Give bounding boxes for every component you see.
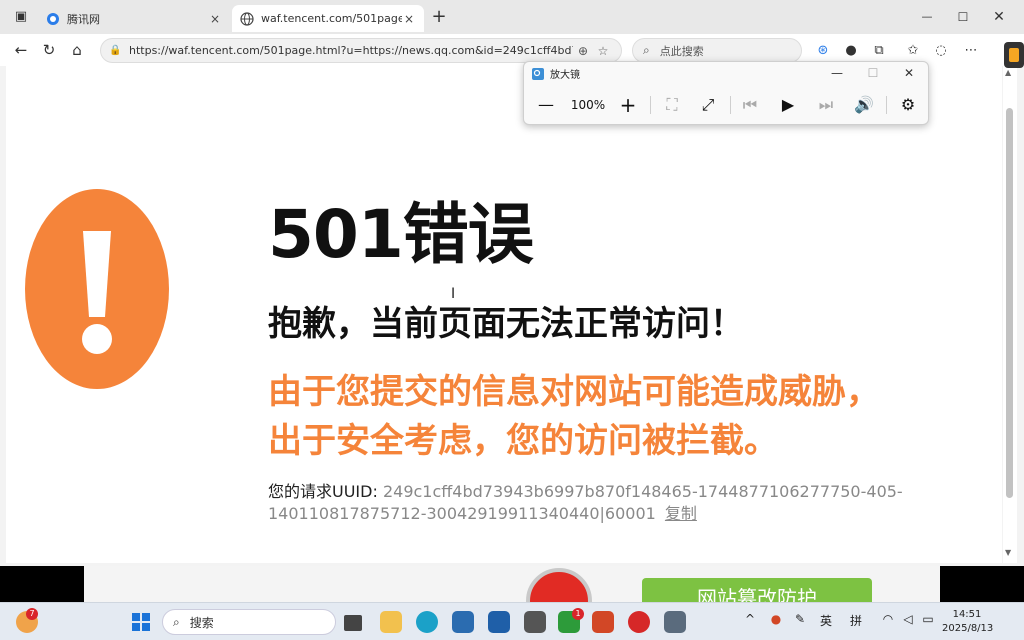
xbox-badge: 1 bbox=[572, 608, 584, 620]
address-bar[interactable]: 🔒 https://waf.tencent.com/501page.html?u… bbox=[100, 38, 622, 63]
volume-muted-icon[interactable]: ◁ bbox=[898, 612, 918, 626]
tab-tencent[interactable]: 腾讯网 × bbox=[38, 5, 230, 32]
exclamation-icon bbox=[25, 189, 169, 389]
tab-bar: ▣ 腾讯网 × waf.tencent.com/501page.html?u ×… bbox=[0, 0, 1024, 34]
error-page: 501错误 抱歉，当前页面无法正常访问！ 由于您提交的信息对网站可能造成威胁， … bbox=[6, 66, 1002, 563]
ime-mode[interactable]: 拼 bbox=[846, 612, 866, 629]
more-menu-icon[interactable]: ⋯ bbox=[960, 40, 982, 62]
powerpoint-icon[interactable] bbox=[592, 611, 614, 633]
file-explorer-icon[interactable] bbox=[380, 611, 402, 633]
extensions-icon[interactable]: ⧉ bbox=[868, 40, 890, 62]
weather-badge: 7 bbox=[26, 608, 38, 620]
next-icon: ⏭ bbox=[818, 95, 834, 114]
record-app-icon[interactable] bbox=[628, 611, 650, 633]
error-title: 501错误 bbox=[268, 196, 534, 273]
store-icon[interactable] bbox=[452, 611, 474, 633]
tencent-favicon-icon bbox=[47, 12, 59, 25]
refresh-icon[interactable]: ↻ bbox=[38, 39, 60, 61]
close-window-button[interactable]: ✕ bbox=[984, 6, 1014, 28]
favorite-star-icon[interactable]: ☆ bbox=[593, 44, 613, 58]
taskbar-search-placeholder: 搜索 bbox=[189, 615, 214, 630]
search-placeholder: 点此搜索 bbox=[659, 44, 704, 58]
zoom-in-button[interactable]: + bbox=[614, 92, 642, 118]
side-app-icon[interactable] bbox=[1004, 42, 1024, 68]
home-icon[interactable]: ⌂ bbox=[66, 39, 88, 61]
new-tab-button[interactable]: + bbox=[424, 6, 454, 28]
search-box[interactable]: ⌕ 点此搜索 bbox=[632, 38, 802, 63]
task-view-icon[interactable] bbox=[344, 615, 362, 631]
toolbar-separator bbox=[730, 96, 731, 114]
magnifier-close-button[interactable]: ✕ bbox=[892, 64, 926, 82]
reason-line: 由于您提交的信息对网站可能造成威胁， bbox=[268, 372, 880, 412]
tab-title: 腾讯网 bbox=[67, 12, 100, 26]
background-page-peek: 网站篡改防护 bbox=[84, 566, 940, 606]
edge-browser-icon[interactable] bbox=[416, 611, 438, 633]
close-tab-icon[interactable]: × bbox=[402, 12, 416, 26]
taskbar: 7 ⌕ 搜索 1 ^ ● ✎ 英 拼 ◠ ◁ ▭ 14:51 2025/8/13 bbox=[0, 602, 1024, 640]
share-icon[interactable]: ⊛ bbox=[812, 40, 834, 62]
favorites-icon[interactable]: ✩ bbox=[902, 40, 924, 62]
play-icon[interactable]: ▶ bbox=[774, 92, 802, 118]
zoom-out-button[interactable]: — bbox=[532, 92, 560, 118]
lock-icon: 🔒 bbox=[109, 45, 122, 56]
clock-time: 14:51 bbox=[952, 609, 982, 620]
fullscreen-view-icon: ⛶ bbox=[666, 95, 678, 114]
zoom-icon[interactable]: ⊕ bbox=[573, 44, 593, 58]
zoom-level: 100% bbox=[570, 98, 606, 112]
error-message: 抱歉，当前页面无法正常访问！ bbox=[268, 304, 744, 344]
magnifier-titlebar: 放大镜 bbox=[532, 66, 580, 81]
uuid-label: 您的请求UUID: bbox=[268, 482, 378, 501]
magnifier-app-icon bbox=[532, 67, 544, 80]
reason-line: 出于安全考虑，您的访问被拦截。 bbox=[268, 421, 778, 461]
magnifier-title: 放大镜 bbox=[550, 70, 580, 81]
search-icon: ⌕ bbox=[643, 43, 650, 57]
minimize-button[interactable]: — bbox=[912, 6, 942, 28]
profile-avatar[interactable]: ◌ bbox=[930, 40, 952, 62]
magnifier-minimize-button[interactable]: — bbox=[820, 64, 854, 82]
scroll-up-icon[interactable]: ▲ bbox=[1005, 68, 1011, 77]
toolbar-separator bbox=[650, 96, 651, 114]
clock-date: 2025/8/13 bbox=[942, 623, 994, 634]
pen-icon[interactable]: ✎ bbox=[790, 612, 810, 626]
error-reason: 由于您提交的信息对网站可能造成威胁， 出于安全考虑，您的访问被拦截。 bbox=[268, 368, 928, 466]
wifi-icon[interactable]: ◠ bbox=[878, 612, 898, 626]
address-url: https://waf.tencent.com/501page.html?u=h… bbox=[129, 44, 573, 57]
tray-overflow-icon[interactable]: ^ bbox=[740, 612, 760, 626]
globe-icon bbox=[240, 11, 254, 26]
start-windows-icon[interactable] bbox=[130, 611, 152, 633]
app-icon-dark[interactable] bbox=[524, 611, 546, 633]
scroll-thumb[interactable] bbox=[1006, 108, 1013, 498]
request-uuid: 您的请求UUID: 249c1cff4bd73943b6997b870f1484… bbox=[268, 481, 918, 525]
tab-waf[interactable]: waf.tencent.com/501page.html?u × bbox=[232, 5, 424, 32]
page-scrollbar[interactable]: ▲ ▼ bbox=[1003, 66, 1017, 563]
magnifier-window: 放大镜 — ☐ ✕ — 100% + ⛶ ⤢ ⏮ ▶ ⏭ 🔊 ⚙ bbox=[523, 61, 929, 125]
previous-icon: ⏮ bbox=[742, 95, 758, 114]
maximize-button[interactable]: ☐ bbox=[948, 6, 978, 28]
system-clock[interactable]: 14:51 2025/8/13 bbox=[942, 608, 994, 636]
tab-actions-icon[interactable]: ▣ bbox=[10, 6, 32, 28]
red-x-icon bbox=[526, 568, 592, 606]
search-icon: ⌕ bbox=[173, 614, 180, 629]
taskbar-search[interactable]: ⌕ 搜索 bbox=[162, 609, 336, 635]
back-arrow-icon[interactable]: ← bbox=[10, 39, 32, 61]
magnifier-taskbar-icon[interactable] bbox=[664, 611, 686, 633]
toolbar-separator bbox=[886, 96, 887, 114]
read-aloud-icon[interactable]: 🔊 bbox=[850, 92, 878, 118]
text-cursor-icon: I bbox=[451, 286, 456, 302]
ime-language[interactable]: 英 bbox=[816, 612, 836, 629]
expand-icon[interactable]: ⤢ bbox=[694, 92, 722, 118]
close-tab-icon[interactable]: × bbox=[208, 12, 222, 26]
app-icon-blue[interactable] bbox=[488, 611, 510, 633]
settings-gear-icon[interactable]: ⚙ bbox=[894, 92, 922, 118]
record-extension-icon[interactable]: ● bbox=[840, 40, 862, 62]
battery-icon[interactable]: ▭ bbox=[918, 612, 938, 626]
microphone-icon[interactable]: ● bbox=[766, 612, 786, 626]
copy-link[interactable]: 复制 bbox=[665, 504, 697, 523]
scroll-down-icon[interactable]: ▼ bbox=[1005, 548, 1011, 557]
tab-title: waf.tencent.com/501page.html?u bbox=[261, 12, 402, 25]
magnifier-maximize-button: ☐ bbox=[867, 66, 879, 80]
